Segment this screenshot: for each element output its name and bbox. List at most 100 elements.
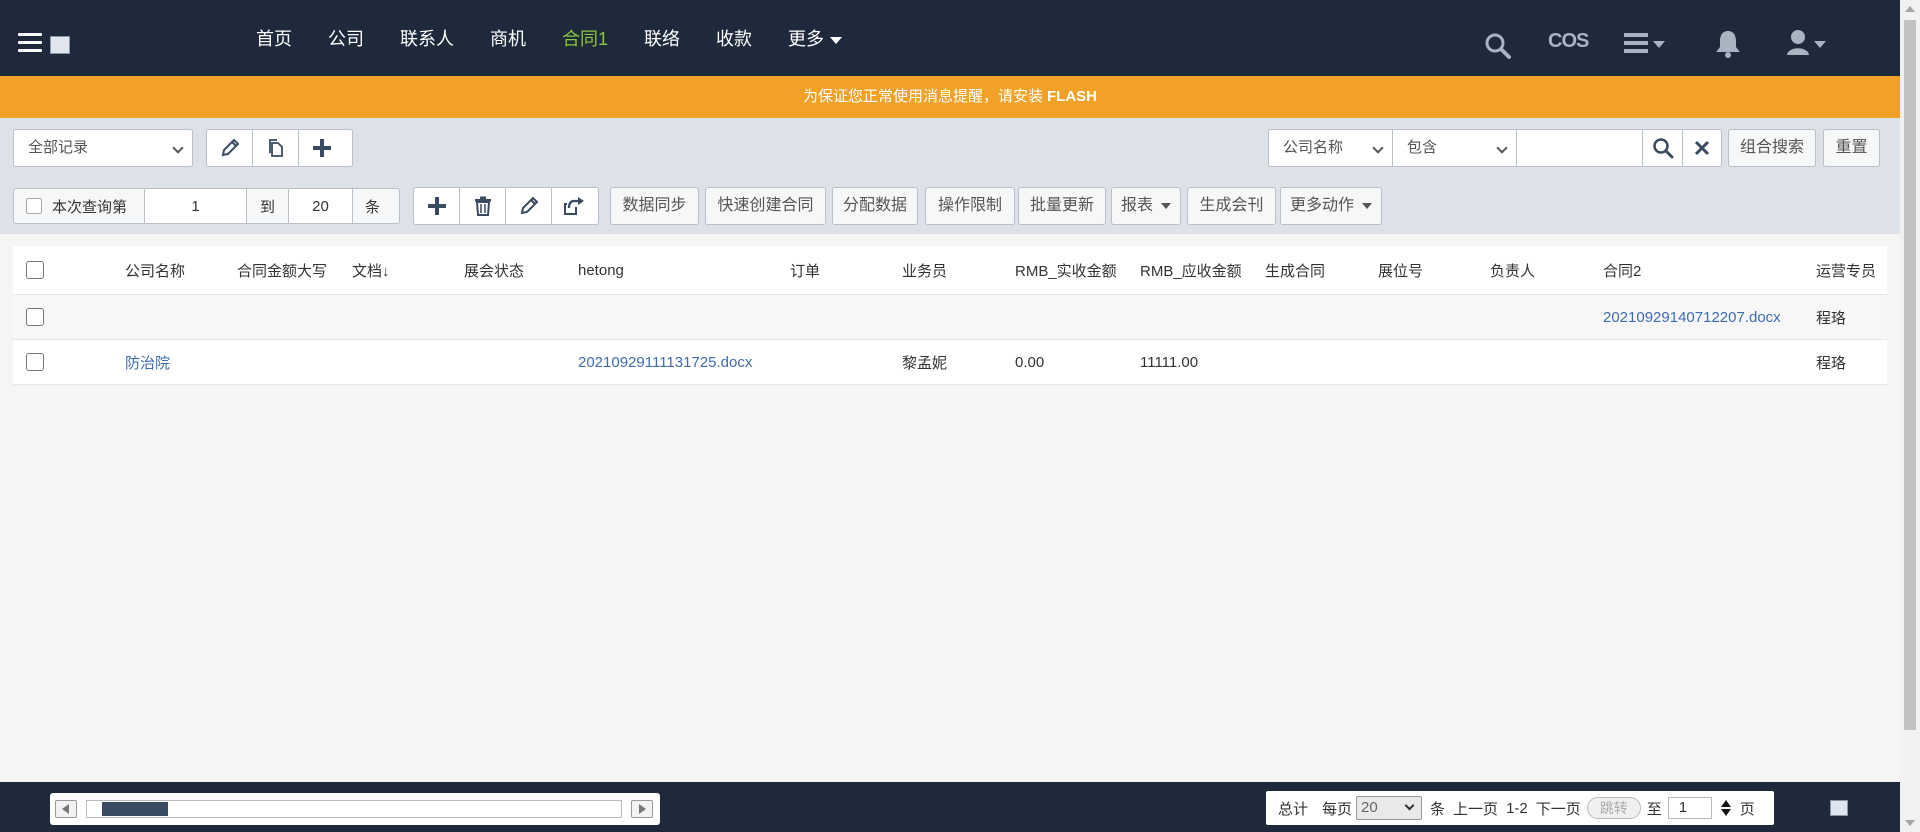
scroll-left-button[interactable] [55,800,77,818]
column-header[interactable]: 订单 [790,246,820,294]
arrow-left-icon [62,804,69,814]
select-range-checkbox[interactable] [26,198,42,214]
page-range: 1-2 [1506,799,1528,817]
main-nav: 首页 公司 联系人 商机 合同1 联络 收款 更多 [256,0,878,76]
per-page-select[interactable]: 20 [1356,796,1423,820]
column-header[interactable]: RMB_应收金额 [1140,246,1242,294]
user-icon[interactable] [1786,29,1832,59]
quick-create-contract-button[interactable]: 快速创建合同 [705,187,826,225]
arrow-right-icon [639,804,646,814]
nav-item-home[interactable]: 首页 [256,25,292,51]
report-dropdown-label: 报表 [1120,197,1153,214]
column-header[interactable]: 运营专员 [1816,246,1876,294]
table-row[interactable]: 防治院 20210929111131725.docx 黎孟妮 0.00 1111… [13,340,1887,385]
search-operator-select[interactable]: 包含 [1392,129,1517,167]
next-page-link[interactable]: 下一页 [1536,798,1581,819]
clear-search-button[interactable] [1683,130,1721,166]
edit-view-button[interactable] [207,130,253,166]
search-icon[interactable] [1484,32,1512,60]
share-record-button[interactable] [552,188,598,224]
page-number-input[interactable]: 1 [1667,797,1712,819]
bell-icon[interactable] [1713,29,1743,59]
column-header[interactable]: 文档↓ [352,246,390,294]
nav-item-company[interactable]: 公司 [328,25,364,51]
scroll-thumb[interactable] [102,802,168,816]
view-select[interactable]: 全部记录 [13,129,193,167]
nav-item-more[interactable]: 更多 [788,25,843,51]
record-actions [413,187,599,225]
nav-item-contacts[interactable]: 联系人 [400,25,454,51]
scroll-thumb[interactable] [1904,20,1916,730]
column-header[interactable]: 负责人 [1490,246,1535,294]
column-header[interactable]: 生成合同 [1265,246,1325,294]
column-header[interactable]: 合同金额大写 [237,246,327,294]
operation-limit-button[interactable]: 操作限制 [925,187,1015,225]
search-field-select[interactable]: 公司名称 [1268,129,1393,167]
scroll-up-icon[interactable] [1905,6,1915,12]
search-button[interactable] [1643,130,1684,166]
nav-item-contract1[interactable]: 合同1 [562,25,608,51]
scroll-right-button[interactable] [631,800,653,818]
select-all-checkbox[interactable] [26,261,44,279]
column-header[interactable]: 合同2 [1603,246,1641,294]
copy-icon [268,139,283,157]
nav-item-opportunities[interactable]: 商机 [490,25,526,51]
search-icon [1652,138,1674,159]
range-from-input[interactable]: 1 [145,189,247,223]
assign-data-button[interactable]: 分配数据 [832,187,918,225]
menu-icon[interactable] [18,33,42,53]
combo-search-button[interactable]: 组合搜索 [1728,129,1816,167]
share-icon [564,197,584,215]
jump-button[interactable]: 跳转 [1586,797,1641,819]
search-input[interactable] [1516,129,1643,167]
delete-record-button[interactable] [460,188,506,224]
column-header[interactable]: 公司名称 [125,246,185,294]
reset-button[interactable]: 重置 [1823,129,1880,167]
search-operator-select-value: 包含 [1407,139,1438,156]
column-header[interactable]: 业务员 [902,246,947,294]
row-checkbox[interactable] [26,308,44,326]
list-menu-icon[interactable] [1624,32,1668,56]
nav-item-contact-log[interactable]: 联络 [644,25,680,51]
notice-flash-link[interactable]: FLASH [1047,88,1097,105]
range-to-input[interactable]: 20 [289,189,353,223]
triangle-down-icon[interactable] [1720,809,1731,816]
more-actions-button[interactable]: 更多动作 [1280,187,1382,225]
view-select-value: 全部记录 [28,139,89,156]
page-spinner[interactable] [1720,800,1732,816]
prev-page-link[interactable]: 上一页 [1453,798,1498,819]
logo-image [50,36,70,54]
cos-icon[interactable]: COS [1548,30,1589,53]
add-record-button[interactable] [414,188,460,224]
copy-view-button[interactable] [253,130,299,166]
cell-contract2[interactable]: 20210929140712207.docx [1603,295,1781,339]
add-view-button[interactable] [299,130,345,166]
vertical-scrollbar[interactable] [1900,0,1920,832]
triangle-up-icon[interactable] [1720,800,1731,807]
column-header[interactable]: hetong [578,246,624,294]
report-dropdown-button[interactable]: 报表 [1111,187,1181,225]
cell-hetong[interactable]: 20210929111131725.docx [578,340,752,384]
search-actions [1642,129,1722,167]
column-header[interactable]: 展位号 [1378,246,1423,294]
nav-item-payments[interactable]: 收款 [716,25,752,51]
batch-update-button[interactable]: 批量更新 [1018,187,1106,225]
cell-ops: 程珞 [1816,354,1847,372]
top-navbar: 首页 公司 联系人 商机 合同1 联络 收款 更多 COS [0,0,1900,76]
data-sync-button[interactable]: 数据同步 [610,187,699,225]
generate-catalog-button[interactable]: 生成会刊 [1187,187,1276,225]
query-range-label-cell: 本次查询第 [14,189,145,223]
column-header[interactable]: 展会状态 [464,246,524,294]
scroll-down-icon[interactable] [1905,820,1915,826]
table-row[interactable]: 20210929140712207.docx 程珞 [13,295,1887,340]
cell-company[interactable]: 防治院 [125,340,170,384]
row-checkbox[interactable] [26,353,44,371]
total-label: 总计 [1278,800,1309,818]
pencil-icon [221,138,239,157]
horizontal-scrollbar[interactable] [50,793,660,825]
trash-icon [474,196,491,216]
close-icon [1695,140,1710,156]
edit-record-button[interactable] [506,188,552,224]
query-range-label: 本次查询第 [52,198,128,216]
column-header[interactable]: RMB_实收金额 [1015,246,1117,294]
